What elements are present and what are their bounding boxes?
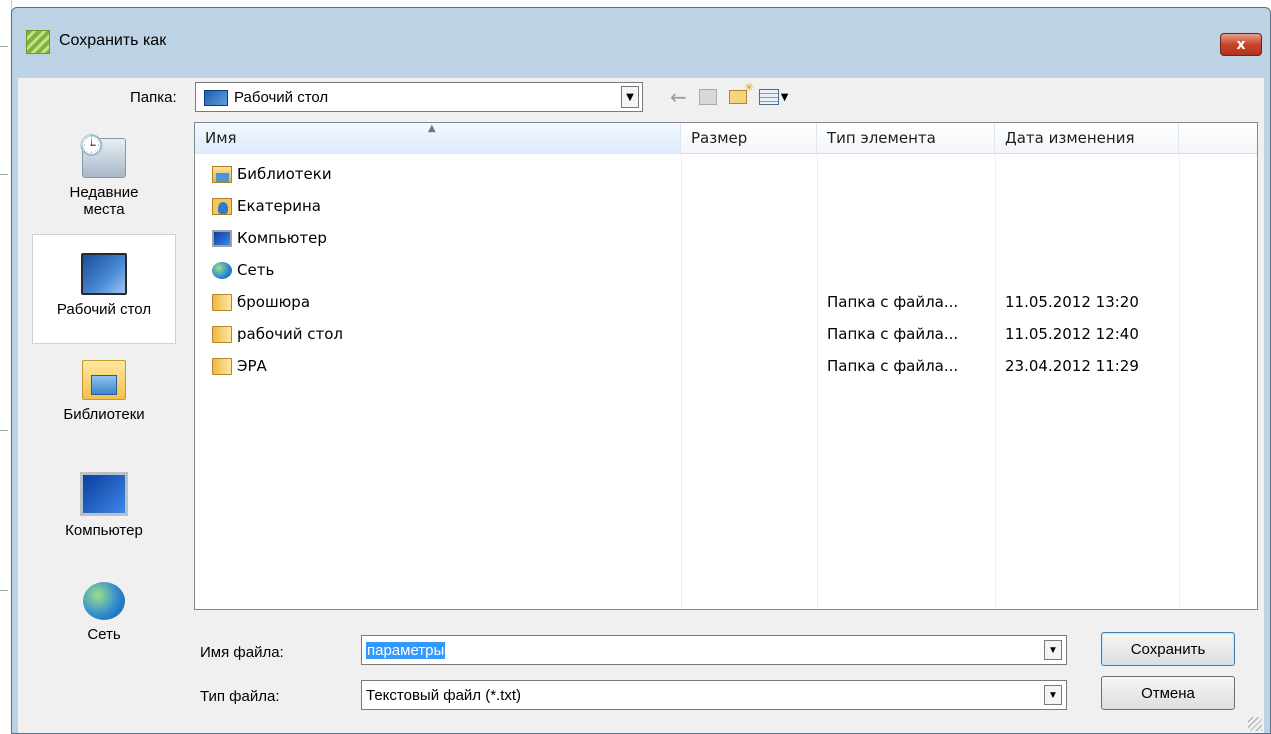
file-date: 11.05.2012 12:40 [1005, 325, 1139, 343]
file-type: Папка с файла... [827, 325, 959, 343]
folder-icon [212, 326, 232, 343]
place-label: места [83, 201, 125, 218]
file-name: Библиотеки [237, 165, 332, 183]
file-list[interactable]: Имя ▲ Размер Тип элемента Дата изменения [194, 122, 1258, 610]
save-as-dialog: Сохранить как x Папка: Рабочий стол ▼ ← … [11, 7, 1271, 734]
file-date: 11.05.2012 13:20 [1005, 293, 1139, 311]
network-icon [83, 582, 125, 620]
title-bar[interactable]: Сохранить как x [12, 8, 1270, 78]
desktop-icon [204, 90, 228, 106]
file-name: рабочий стол [237, 325, 344, 343]
place-label: Рабочий стол [56, 301, 152, 318]
back-arrow-icon[interactable]: ← [670, 85, 687, 109]
dialog-client-area: Папка: Рабочий стол ▼ ← ▼ Недавние места [18, 78, 1264, 733]
column-header-type[interactable]: Тип элемента [817, 123, 995, 154]
list-item[interactable]: Библиотеки [195, 163, 1257, 187]
file-date: 23.04.2012 11:29 [1005, 357, 1139, 375]
resize-grip[interactable] [1248, 717, 1262, 731]
chevron-down-icon: ▼ [1048, 689, 1058, 701]
file-name: Компьютер [237, 229, 327, 247]
place-desktop[interactable]: Рабочий стол [32, 234, 176, 344]
close-icon: x [1236, 36, 1246, 53]
file-type: Папка с файла... [827, 293, 959, 311]
libraries-icon [212, 166, 232, 183]
close-button[interactable]: x [1220, 33, 1262, 56]
background-tick [0, 430, 8, 431]
computer-icon [212, 230, 232, 247]
save-button[interactable]: Сохранить [1101, 632, 1235, 666]
computer-icon [80, 472, 128, 516]
filename-input[interactable]: параметры [366, 642, 446, 659]
place-libraries[interactable]: Библиотеки [32, 360, 176, 450]
list-item[interactable]: Сеть [195, 259, 1257, 283]
column-header-size[interactable]: Размер [681, 123, 817, 154]
background-tick [0, 590, 8, 591]
place-recent[interactable]: Недавние места [32, 133, 176, 238]
chevron-down-icon: ▼ [626, 91, 634, 103]
file-name: Екатерина [237, 197, 321, 215]
places-bar: Недавние места Рабочий стол Библиотеки К… [18, 122, 192, 682]
place-computer[interactable]: Компьютер [32, 472, 176, 562]
folder-icon [212, 358, 232, 375]
network-icon [212, 262, 232, 279]
column-header-label: Тип элемента [827, 129, 936, 147]
place-label: Библиотеки [63, 406, 145, 423]
chevron-down-icon: ▼ [1048, 644, 1058, 656]
place-label: Сеть [87, 626, 121, 643]
cancel-button[interactable]: Отмена [1101, 676, 1235, 710]
up-folder-icon[interactable] [698, 89, 717, 105]
views-menu-icon[interactable] [758, 89, 779, 105]
filetype-select[interactable]: Текстовый файл (*.txt) ▼ [361, 680, 1067, 710]
dialog-title: Сохранить как [59, 32, 167, 49]
column-header-date[interactable]: Дата изменения [995, 123, 1179, 154]
filetype-value: Текстовый файл (*.txt) [366, 687, 522, 704]
column-header-row: Имя ▲ Размер Тип элемента Дата изменения [195, 123, 1257, 154]
list-item[interactable]: ЭРА Папка с файла... 23.04.2012 11:29 [195, 355, 1257, 379]
desktop-icon [81, 253, 127, 295]
lookin-combobox[interactable]: Рабочий стол ▼ [195, 82, 643, 112]
column-divider [1179, 154, 1180, 609]
filetype-label: Тип файла: [200, 688, 280, 705]
folder-icon [212, 294, 232, 311]
navigation-toolbar: ← ▼ [670, 81, 789, 110]
recent-places-icon [79, 133, 126, 178]
views-dropdown-icon[interactable]: ▼ [781, 92, 789, 103]
list-item[interactable]: Компьютер [195, 227, 1257, 251]
app-icon [26, 30, 50, 54]
new-folder-icon[interactable] [728, 81, 754, 104]
file-name: ЭРА [237, 357, 267, 375]
user-folder-icon [212, 198, 232, 215]
place-network[interactable]: Сеть [32, 582, 176, 672]
column-header-label: Размер [691, 129, 748, 147]
column-divider [995, 154, 996, 609]
column-header-label: Дата изменения [1005, 129, 1135, 147]
filename-label: Имя файла: [200, 644, 284, 661]
file-type: Папка с файла... [827, 357, 959, 375]
column-divider [817, 154, 818, 609]
filename-combobox[interactable]: параметры ▼ [361, 635, 1067, 665]
file-name: брошюра [237, 293, 311, 311]
lookin-value: Рабочий стол [234, 89, 329, 106]
place-label: Компьютер [65, 522, 143, 539]
background-tick [0, 46, 8, 47]
list-item[interactable]: рабочий стол Папка с файла... 11.05.2012… [195, 323, 1257, 347]
column-header-label: Имя [205, 129, 237, 147]
list-item[interactable]: брошюра Папка с файла... 11.05.2012 13:2… [195, 291, 1257, 315]
place-label: Недавние [69, 184, 139, 201]
list-item[interactable]: Екатерина [195, 195, 1257, 219]
libraries-icon [82, 360, 126, 400]
filename-dropdown-button[interactable]: ▼ [1044, 640, 1062, 660]
filetype-dropdown-button[interactable]: ▼ [1044, 685, 1062, 705]
sort-ascending-icon: ▲ [428, 123, 436, 134]
lookin-label: Папка: [130, 89, 177, 106]
background-tick [0, 174, 8, 175]
column-header-name[interactable]: Имя ▲ [195, 123, 681, 154]
lookin-dropdown-button[interactable]: ▼ [621, 86, 639, 108]
file-name: Сеть [237, 261, 275, 279]
column-divider [681, 154, 682, 609]
